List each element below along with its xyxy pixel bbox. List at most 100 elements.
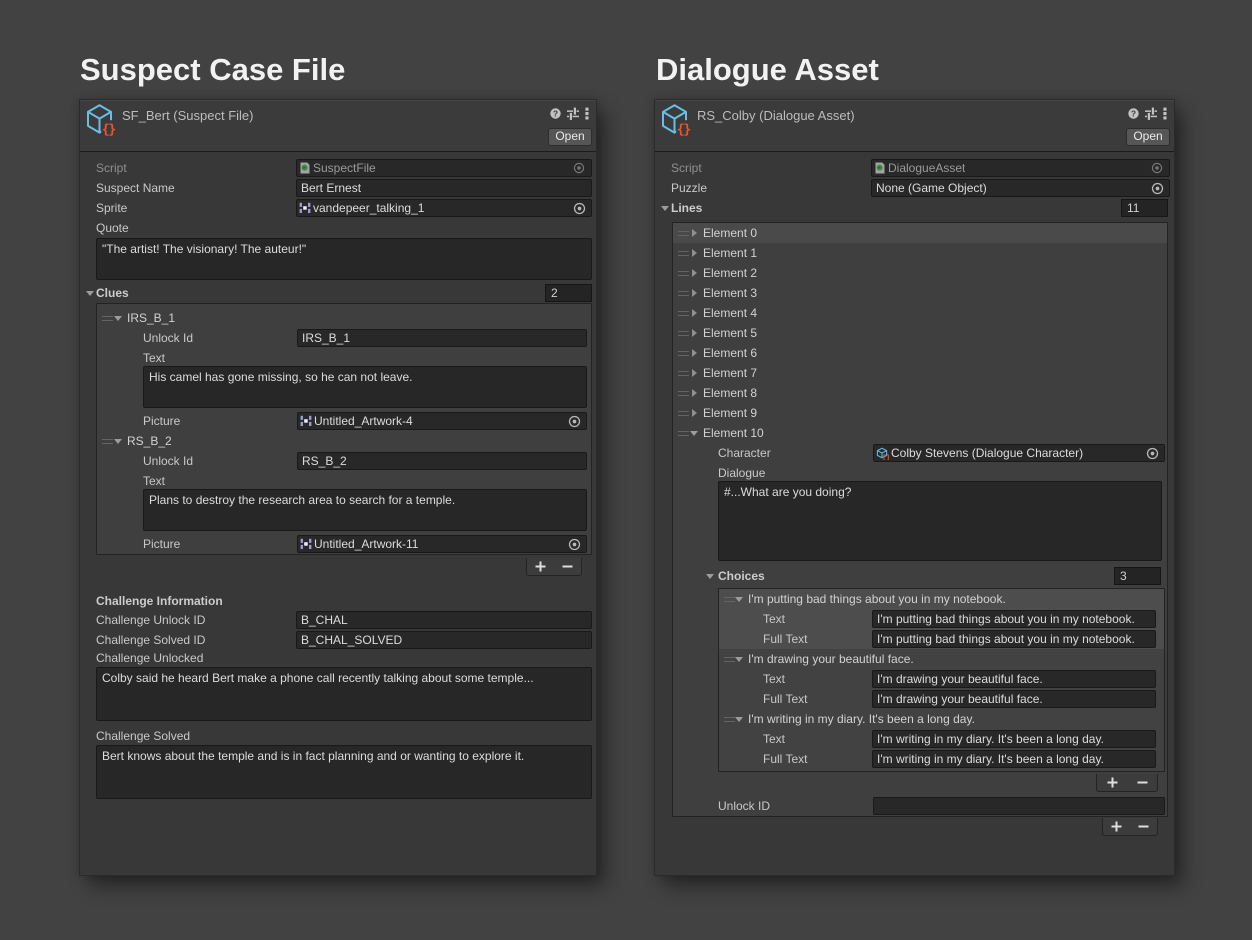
line-element-row[interactable]: Element 5: [673, 323, 1167, 343]
drag-handle-icon[interactable]: [102, 439, 113, 444]
foldout-closed-icon[interactable]: [692, 249, 697, 257]
choice-element-header[interactable]: I'm putting bad things about you in my n…: [719, 589, 1164, 609]
suspect-name-input[interactable]: Bert Ernest: [296, 179, 592, 197]
challenge-solved-textarea[interactable]: Bert knows about the temple and is in fa…: [96, 745, 592, 799]
choice-full-text-input[interactable]: I'm putting bad things about you in my n…: [872, 630, 1156, 648]
foldout-closed-icon[interactable]: [692, 269, 697, 277]
line-element-row[interactable]: Element 0: [673, 223, 1167, 243]
foldout-open-icon[interactable]: [114, 316, 122, 321]
picture-field[interactable]: Untitled_Artwork-11: [297, 535, 587, 553]
unlock-id-input[interactable]: IRS_B_1: [297, 329, 587, 347]
foldout-open-icon[interactable]: [735, 657, 743, 662]
clue-element-header[interactable]: IRS_B_1: [97, 308, 591, 328]
presets-icon[interactable]: [567, 107, 579, 120]
choice-text-input[interactable]: I'm writing in my diary. It's been a lon…: [872, 730, 1156, 748]
challenge-unlocked-textarea[interactable]: Colby said he heard Bert make a phone ca…: [96, 667, 592, 721]
drag-handle-icon[interactable]: [678, 271, 689, 276]
foldout-closed-icon[interactable]: [692, 409, 697, 417]
script-field[interactable]: SuspectFile: [296, 159, 592, 177]
choice-element-header[interactable]: I'm drawing your beautiful face.: [719, 649, 1164, 669]
object-picker-icon[interactable]: [1149, 180, 1165, 196]
drag-handle-icon[interactable]: [724, 597, 735, 602]
open-button[interactable]: Open: [1126, 128, 1170, 146]
object-picker-icon[interactable]: [571, 200, 587, 216]
remove-element-button[interactable]: [1130, 818, 1157, 835]
drag-handle-icon[interactable]: [678, 311, 689, 316]
unlock-id-input[interactable]: RS_B_2: [297, 452, 587, 470]
choice-text-input[interactable]: I'm drawing your beautiful face.: [872, 670, 1156, 688]
foldout-closed-icon[interactable]: [692, 329, 697, 337]
clue-text-textarea[interactable]: His camel has gone missing, so he can no…: [143, 366, 587, 408]
drag-handle-icon[interactable]: [678, 371, 689, 376]
choices-label[interactable]: Choices: [718, 569, 765, 583]
drag-handle-icon[interactable]: [678, 391, 689, 396]
presets-icon[interactable]: [1145, 107, 1157, 120]
character-field[interactable]: {} Colby Stevens (Dialogue Character): [873, 444, 1165, 462]
line-element-row[interactable]: Element 1: [673, 243, 1167, 263]
line-element-row[interactable]: Element 6: [673, 343, 1167, 363]
choice-element-header[interactable]: I'm writing in my diary. It's been a lon…: [719, 709, 1164, 729]
object-picker-icon[interactable]: [566, 413, 582, 429]
foldout-closed-icon[interactable]: [692, 309, 697, 317]
more-icon[interactable]: [1163, 107, 1167, 120]
add-element-button[interactable]: [1097, 774, 1127, 791]
drag-handle-icon[interactable]: [724, 717, 735, 722]
foldout-closed-icon[interactable]: [692, 229, 697, 237]
drag-handle-icon[interactable]: [102, 316, 113, 321]
object-picker-icon[interactable]: [1149, 160, 1165, 176]
challenge-solved-id-input[interactable]: B_CHAL_SOLVED: [296, 631, 592, 649]
foldout-open-icon[interactable]: [690, 431, 698, 436]
remove-element-button[interactable]: [1127, 774, 1157, 791]
line-element-row-expanded[interactable]: Element 10: [673, 423, 1167, 443]
object-picker-icon[interactable]: [571, 160, 587, 176]
foldout-open-icon[interactable]: [86, 291, 94, 296]
help-icon[interactable]: ?: [550, 107, 561, 120]
line-element-row[interactable]: Element 3: [673, 283, 1167, 303]
dialogue-textarea[interactable]: #...What are you doing?: [718, 481, 1162, 561]
drag-handle-icon[interactable]: [678, 231, 689, 236]
foldout-closed-icon[interactable]: [692, 389, 697, 397]
drag-handle-icon[interactable]: [678, 411, 689, 416]
foldout-closed-icon[interactable]: [692, 349, 697, 357]
lines-label[interactable]: Lines: [671, 201, 702, 215]
script-field[interactable]: DialogueAsset: [871, 159, 1170, 177]
lines-count-field[interactable]: 11: [1121, 199, 1168, 217]
foldout-open-icon[interactable]: [735, 597, 743, 602]
drag-handle-icon[interactable]: [678, 291, 689, 296]
clue-text-textarea[interactable]: Plans to destroy the research area to se…: [143, 489, 587, 531]
choice-text-input[interactable]: I'm putting bad things about you in my n…: [872, 610, 1156, 628]
drag-handle-icon[interactable]: [724, 657, 735, 662]
puzzle-field[interactable]: None (Game Object): [871, 179, 1170, 197]
sprite-field[interactable]: vandepeer_talking_1: [296, 199, 592, 217]
remove-element-button[interactable]: [554, 558, 581, 575]
clues-label[interactable]: Clues: [96, 286, 129, 300]
picture-field[interactable]: Untitled_Artwork-4: [297, 412, 587, 430]
line-element-row[interactable]: Element 4: [673, 303, 1167, 323]
challenge-unlock-id-input[interactable]: B_CHAL: [296, 611, 592, 629]
choice-full-text-input[interactable]: I'm drawing your beautiful face.: [872, 690, 1156, 708]
foldout-open-icon[interactable]: [735, 717, 743, 722]
quote-textarea[interactable]: "The artist! The visionary! The auteur!": [96, 238, 592, 280]
drag-handle-icon[interactable]: [678, 431, 689, 436]
choice-full-text-input[interactable]: I'm writing in my diary. It's been a lon…: [872, 750, 1156, 768]
foldout-closed-icon[interactable]: [692, 369, 697, 377]
unlock-id-input[interactable]: [873, 797, 1165, 815]
choices-count-field[interactable]: 3: [1114, 567, 1161, 585]
foldout-closed-icon[interactable]: [692, 289, 697, 297]
more-icon[interactable]: [585, 107, 589, 120]
clue-element-header[interactable]: RS_B_2: [97, 431, 591, 451]
drag-handle-icon[interactable]: [678, 351, 689, 356]
open-button[interactable]: Open: [548, 128, 592, 146]
add-element-button[interactable]: [527, 558, 554, 575]
foldout-open-icon[interactable]: [114, 439, 122, 444]
object-picker-icon[interactable]: [566, 536, 582, 552]
help-icon[interactable]: ?: [1128, 107, 1139, 120]
foldout-open-icon[interactable]: [661, 206, 669, 211]
drag-handle-icon[interactable]: [678, 331, 689, 336]
drag-handle-icon[interactable]: [678, 251, 689, 256]
line-element-row[interactable]: Element 7: [673, 363, 1167, 383]
clues-count-field[interactable]: 2: [545, 284, 592, 302]
foldout-open-icon[interactable]: [706, 574, 714, 579]
line-element-row[interactable]: Element 2: [673, 263, 1167, 283]
line-element-row[interactable]: Element 8: [673, 383, 1167, 403]
